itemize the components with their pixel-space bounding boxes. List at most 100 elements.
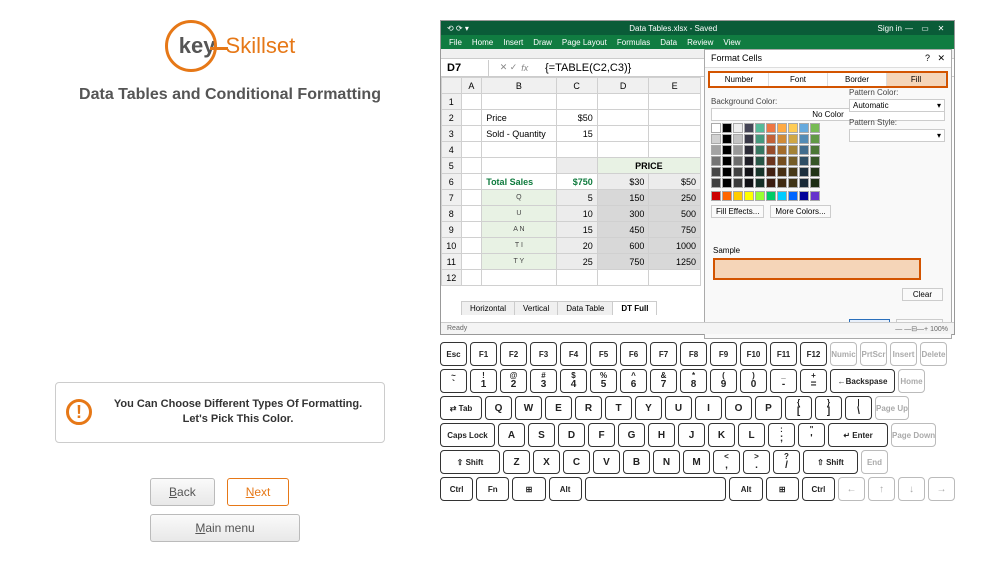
- key-m[interactable]: M: [683, 450, 710, 474]
- key-insert[interactable]: Insert: [890, 342, 917, 366]
- sheet-tab[interactable]: DT Full: [612, 301, 657, 315]
- key-r[interactable]: R: [575, 396, 602, 420]
- key-f5[interactable]: F5: [590, 342, 617, 366]
- key-tab[interactable]: ⇄ Tab: [440, 396, 482, 420]
- sheet-tab[interactable]: Data Table: [557, 301, 613, 315]
- key-v[interactable]: V: [593, 450, 620, 474]
- sheet-tab[interactable]: Horizontal: [461, 301, 515, 315]
- key-ctrl[interactable]: Ctrl: [440, 477, 473, 501]
- key-z[interactable]: Z: [503, 450, 530, 474]
- key-=[interactable]: +=: [800, 369, 827, 393]
- name-box[interactable]: D7: [441, 60, 489, 76]
- key-f10[interactable]: F10: [740, 342, 767, 366]
- key-f2[interactable]: F2: [500, 342, 527, 366]
- key-enter[interactable]: ↵ Enter: [828, 423, 888, 447]
- key-1[interactable]: !1: [470, 369, 497, 393]
- tab-view[interactable]: View: [723, 38, 740, 47]
- key-f8[interactable]: F8: [680, 342, 707, 366]
- key-f3[interactable]: F3: [530, 342, 557, 366]
- key-'[interactable]: "': [798, 423, 825, 447]
- key-f1[interactable]: F1: [470, 342, 497, 366]
- tab-review[interactable]: Review: [687, 38, 713, 47]
- tab-file[interactable]: File: [449, 38, 462, 47]
- key-f12[interactable]: F12: [800, 342, 827, 366]
- key-2[interactable]: @2: [500, 369, 527, 393]
- pattern-style-combo[interactable]: ▾: [849, 129, 945, 142]
- key-][interactable]: }]: [815, 396, 842, 420]
- tab-formulas[interactable]: Formulas: [617, 38, 650, 47]
- key-delete[interactable]: Delete: [920, 342, 947, 366]
- dlg-tab-fill[interactable]: Fill: [887, 73, 946, 86]
- key-9[interactable]: (9: [710, 369, 737, 393]
- key-k[interactable]: K: [708, 423, 735, 447]
- key-8[interactable]: *8: [680, 369, 707, 393]
- key-b[interactable]: B: [623, 450, 650, 474]
- key-pagedown[interactable]: Page Down: [891, 423, 936, 447]
- key-\[interactable]: |\: [845, 396, 872, 420]
- key-p[interactable]: P: [755, 396, 782, 420]
- key-,[interactable]: <,: [713, 450, 740, 474]
- key-3[interactable]: #3: [530, 369, 557, 393]
- key-q[interactable]: Q: [485, 396, 512, 420]
- key-/[interactable]: ?/: [773, 450, 800, 474]
- key-0[interactable]: )0: [740, 369, 767, 393]
- key-u[interactable]: U: [665, 396, 692, 420]
- dlg-tab-border[interactable]: Border: [828, 73, 887, 86]
- key-f7[interactable]: F7: [650, 342, 677, 366]
- key-c[interactable]: C: [563, 450, 590, 474]
- key-h[interactable]: H: [648, 423, 675, 447]
- key-[interactable]: ↑: [868, 477, 895, 501]
- key-pageup[interactable]: Page Up: [875, 396, 909, 420]
- key-[interactable]: ⊞: [512, 477, 545, 501]
- key-7[interactable]: &7: [650, 369, 677, 393]
- signin[interactable]: Sign in: [878, 24, 902, 33]
- key-home[interactable]: Home: [898, 369, 925, 393]
- key-.[interactable]: >.: [743, 450, 770, 474]
- key-[interactable]: ↓: [898, 477, 925, 501]
- key-[interactable]: ←: [838, 477, 865, 501]
- key-s[interactable]: S: [528, 423, 555, 447]
- key-[interactable]: ⊞: [766, 477, 799, 501]
- key-[[interactable]: {[: [785, 396, 812, 420]
- tab-draw[interactable]: Draw: [533, 38, 552, 47]
- key-[interactable]: [585, 477, 727, 501]
- key-f11[interactable]: F11: [770, 342, 797, 366]
- key-numic[interactable]: Numic: [830, 342, 857, 366]
- key-x[interactable]: X: [533, 450, 560, 474]
- tab-pagelayout[interactable]: Page Layout: [562, 38, 607, 47]
- key-l[interactable]: L: [738, 423, 765, 447]
- key-6[interactable]: ^6: [620, 369, 647, 393]
- key-shift[interactable]: ⇧ Shift: [440, 450, 500, 474]
- next-button[interactable]: Next: [227, 478, 290, 506]
- key-fn[interactable]: Fn: [476, 477, 509, 501]
- key-capslock[interactable]: Caps Lock: [440, 423, 495, 447]
- color-palette-standard[interactable]: [711, 191, 945, 201]
- key-g[interactable]: G: [618, 423, 645, 447]
- key-w[interactable]: W: [515, 396, 542, 420]
- pattern-color-combo[interactable]: Automatic▾: [849, 99, 945, 112]
- key-f4[interactable]: F4: [560, 342, 587, 366]
- key-d[interactable]: D: [558, 423, 585, 447]
- key-`[interactable]: ~`: [440, 369, 467, 393]
- max-icon[interactable]: ▭: [918, 23, 932, 33]
- key-i[interactable]: I: [695, 396, 722, 420]
- sheet-tab[interactable]: Vertical: [514, 301, 558, 315]
- key--[interactable]: _-: [770, 369, 797, 393]
- dlg-tab-number[interactable]: Number: [710, 73, 769, 86]
- main-menu-button[interactable]: Main menu: [150, 514, 300, 542]
- key-prtscr[interactable]: PrtScr: [860, 342, 887, 366]
- key-4[interactable]: $4: [560, 369, 587, 393]
- spreadsheet-grid[interactable]: ABCDE 1 2Price$50 3Sold - Quantity15 4 5…: [441, 77, 701, 286]
- key-;[interactable]: :;: [768, 423, 795, 447]
- key-shift[interactable]: ⇧ Shift: [803, 450, 858, 474]
- key-j[interactable]: J: [678, 423, 705, 447]
- back-button[interactable]: Back: [150, 478, 215, 506]
- key-n[interactable]: N: [653, 450, 680, 474]
- key-f6[interactable]: F6: [620, 342, 647, 366]
- tab-home[interactable]: Home: [472, 38, 493, 47]
- key-y[interactable]: Y: [635, 396, 662, 420]
- min-icon[interactable]: —: [902, 23, 916, 33]
- key-backspase[interactable]: ←Backspase: [830, 369, 895, 393]
- key-e[interactable]: E: [545, 396, 572, 420]
- dlg-tab-font[interactable]: Font: [769, 73, 828, 86]
